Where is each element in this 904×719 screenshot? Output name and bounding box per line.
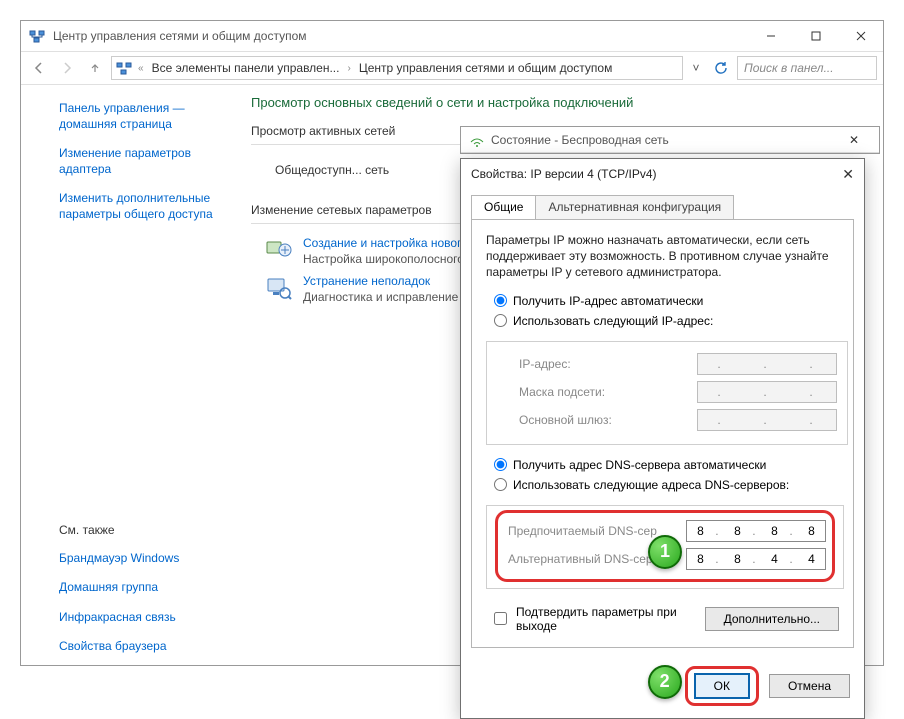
callout-marker-1: 1 [648, 535, 682, 569]
breadcrumb[interactable]: « Все элементы панели управлен... › Цент… [111, 56, 683, 80]
description-text: Параметры IP можно назначать автоматичес… [486, 232, 839, 281]
forward-button[interactable] [55, 56, 79, 80]
radio-dns-auto[interactable]: Получить адрес DNS-сервера автоматически [494, 455, 837, 475]
back-button[interactable] [27, 56, 51, 80]
breadcrumb-item[interactable]: Центр управления сетями и общим доступом [357, 61, 615, 75]
radio-ip-auto-input[interactable] [494, 294, 507, 307]
confirm-on-exit-checkbox[interactable] [494, 612, 507, 625]
dialog-titlebar: Свойства: IP версии 4 (TCP/IPv4) ✕ [461, 159, 864, 189]
toolbar: « Все элементы панели управлен... › Цент… [21, 51, 883, 85]
up-button[interactable] [83, 56, 107, 80]
ok-button[interactable]: ОК [694, 673, 750, 699]
radio-dns-manual[interactable]: Использовать следующие адреса DNS-сервер… [494, 475, 837, 495]
chevron-left-icon: « [136, 63, 146, 74]
close-icon[interactable]: ✕ [837, 133, 871, 147]
connection-wizard-icon [265, 236, 293, 264]
sidebar-homegroup-link[interactable]: Домашняя группа [59, 580, 233, 596]
ok-highlight: 2 ОК [685, 666, 759, 706]
gateway-input: ... [697, 409, 837, 431]
preferred-dns-label: Предпочитаемый DNS-сер [508, 524, 678, 538]
ip-address-label: IP-адрес: [519, 357, 689, 371]
wifi-icon [469, 132, 485, 148]
tab-general[interactable]: Общие [471, 195, 536, 219]
search-input[interactable]: Поиск в панел... [737, 56, 877, 80]
refresh-button[interactable] [709, 56, 733, 80]
sidebar-adapter-link[interactable]: Изменение параметров адаптера [59, 146, 233, 177]
sidebar: Панель управления — домашняя страница Из… [21, 85, 251, 665]
alternate-dns-input[interactable]: 8. 8. 4. 4 [686, 548, 826, 570]
sidebar-browser-link[interactable]: Свойства браузера [59, 639, 233, 655]
cancel-button[interactable]: Отмена [769, 674, 850, 698]
radio-ip-manual-input[interactable] [494, 314, 507, 327]
dialog-buttons: 2 ОК Отмена [461, 658, 864, 718]
sidebar-sharing-link[interactable]: Изменить дополнительные параметры общего… [59, 191, 233, 222]
minimize-button[interactable] [748, 21, 793, 51]
close-button[interactable] [838, 21, 883, 51]
status-dialog-title: Состояние - Беспроводная сеть [491, 133, 669, 147]
sidebar-firewall-link[interactable]: Брандмауэр Windows [59, 551, 233, 567]
radio-ip-manual[interactable]: Использовать следующий IP-адрес: [494, 311, 837, 331]
breadcrumb-dropdown[interactable]: ˅ [687, 61, 705, 75]
radio-label: Получить IP-адрес автоматически [513, 294, 703, 308]
callout-marker-2: 2 [648, 665, 682, 699]
troubleshoot-icon [265, 274, 293, 302]
breadcrumb-item[interactable]: Все элементы панели управлен... [150, 61, 342, 75]
dialog-title: Свойства: IP версии 4 (TCP/IPv4) [471, 167, 820, 181]
titlebar: Центр управления сетями и общим доступом [21, 21, 883, 51]
ipv4-properties-dialog: Свойства: IP версии 4 (TCP/IPv4) ✕ Общие… [460, 158, 865, 719]
network-center-icon [29, 28, 45, 44]
gateway-label: Основной шлюз: [519, 413, 689, 427]
window-title: Центр управления сетями и общим доступом [53, 29, 748, 43]
radio-ip-auto[interactable]: Получить IP-адрес автоматически [494, 291, 837, 311]
radio-label: Использовать следующий IP-адрес: [513, 314, 713, 328]
close-button[interactable]: ✕ [820, 166, 854, 183]
confirm-on-exit-label: Подтвердить параметры при выходе [516, 605, 699, 633]
subnet-mask-label: Маска подсети: [519, 385, 689, 399]
maximize-button[interactable] [793, 21, 838, 51]
page-heading: Просмотр основных сведений о сети и наст… [251, 95, 863, 110]
see-also-title: См. также [59, 523, 233, 537]
radio-label: Получить адрес DNS-сервера автоматически [513, 458, 766, 472]
dns-highlight: 1 Предпочитаемый DNS-сер 8. 8. 8. 8 Альт… [495, 510, 835, 582]
sidebar-infrared-link[interactable]: Инфракрасная связь [59, 610, 233, 626]
subnet-mask-input: ... [697, 381, 837, 403]
chevron-right-icon: › [345, 63, 352, 74]
sidebar-home-link[interactable]: Панель управления — домашняя страница [59, 101, 233, 132]
network-center-icon [116, 60, 132, 76]
tab-body-general: Параметры IP можно назначать автоматичес… [471, 219, 854, 648]
tabs: Общие Альтернативная конфигурация [461, 189, 864, 219]
radio-dns-manual-input[interactable] [494, 478, 507, 491]
search-placeholder: Поиск в панел... [744, 61, 834, 75]
radio-dns-auto-input[interactable] [494, 458, 507, 471]
radio-label: Использовать следующие адреса DNS-сервер… [513, 478, 789, 492]
advanced-button[interactable]: Дополнительно... [705, 607, 839, 631]
ip-address-input: ... [697, 353, 837, 375]
preferred-dns-input[interactable]: 8. 8. 8. 8 [686, 520, 826, 542]
tab-alt-config[interactable]: Альтернативная конфигурация [535, 195, 734, 219]
status-dialog: Состояние - Беспроводная сеть ✕ [460, 126, 880, 154]
